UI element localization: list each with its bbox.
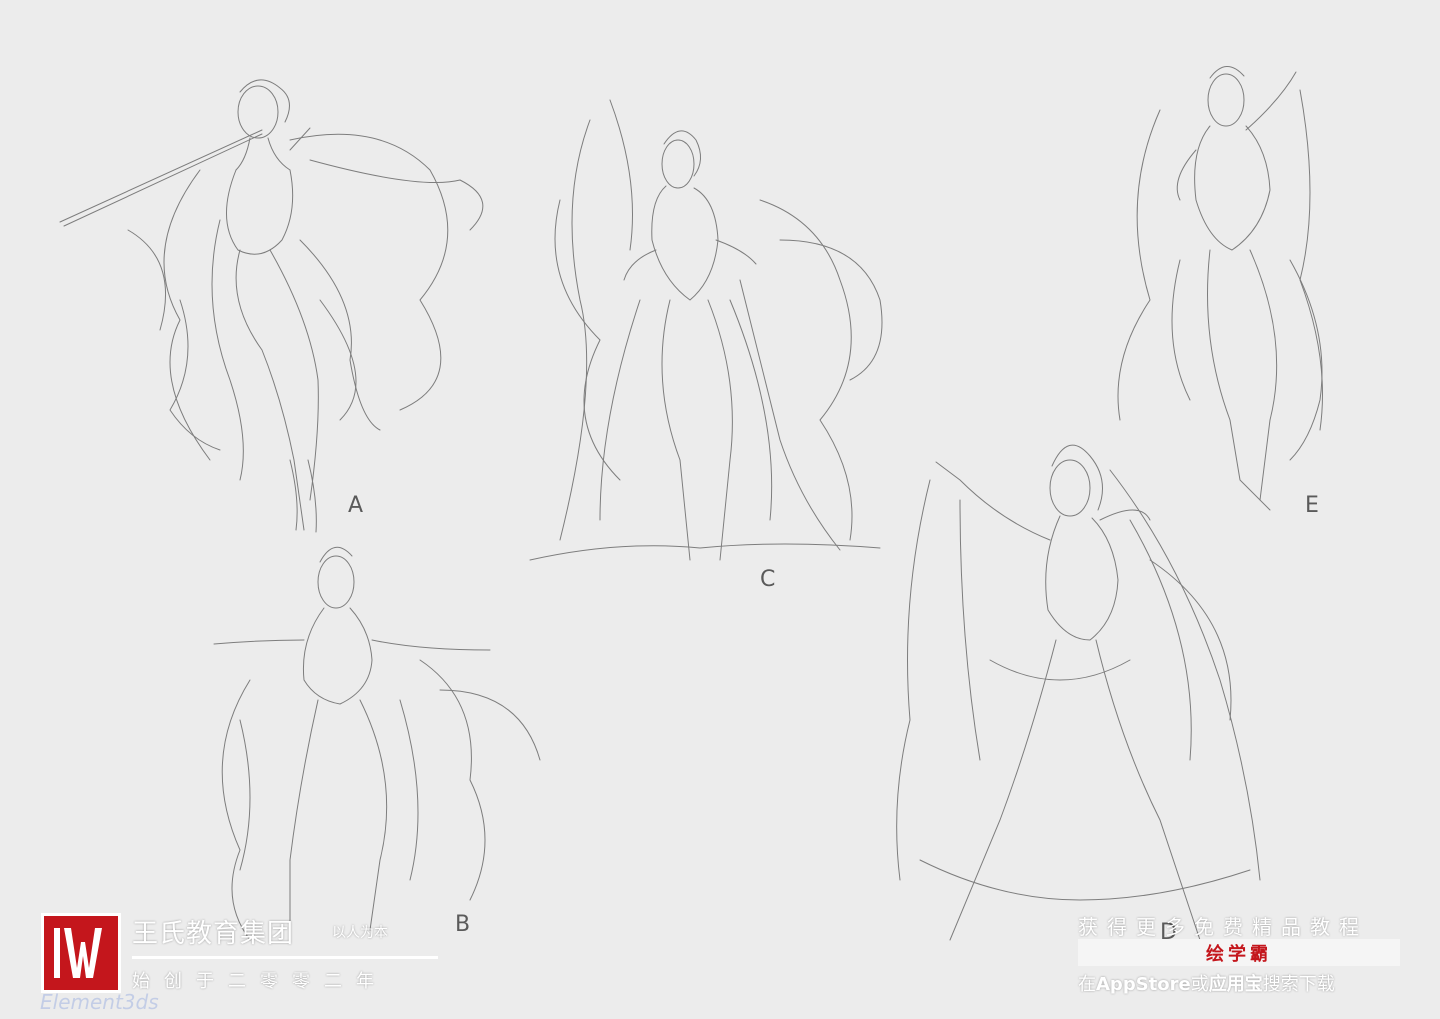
figure-d-sketch	[896, 444, 1261, 941]
promo-headline: 获得更多免费精品教程	[1078, 915, 1368, 939]
faint-watermark: Element3ds	[40, 990, 159, 1014]
figure-a-sketch	[59, 79, 484, 533]
promo-suffix: 搜索下载	[1262, 974, 1335, 995]
figure-b-sketch	[213, 546, 541, 941]
figure-label-b: B	[455, 912, 471, 937]
figure-label-e: E	[1305, 493, 1319, 518]
promo-store-yingyongbao: 应用宝	[1208, 974, 1263, 995]
promo-mid: 或	[1190, 974, 1209, 995]
figure-e-sketch	[1117, 66, 1323, 511]
company-since: 始创于二零零二年	[132, 971, 388, 992]
brand-logo-icon	[41, 913, 121, 993]
promo-app-band: 绘学霸	[1078, 939, 1400, 966]
divider	[132, 956, 438, 959]
figure-label-c: C	[760, 567, 776, 592]
promo-store-appstore: AppStore	[1096, 974, 1191, 995]
promo-prefix: 在	[1078, 974, 1096, 995]
promo-download-line: 在AppStore或应用宝搜索下载	[1078, 970, 1335, 996]
figure-label-a: A	[348, 493, 364, 518]
figure-c-sketch	[529, 99, 883, 561]
sketch-canvas	[59, 66, 1323, 941]
company-name: 王氏教育集团	[132, 919, 295, 949]
company-tagline: 以人为本	[332, 925, 388, 941]
promo-app-name: 绘学霸	[1206, 943, 1272, 965]
